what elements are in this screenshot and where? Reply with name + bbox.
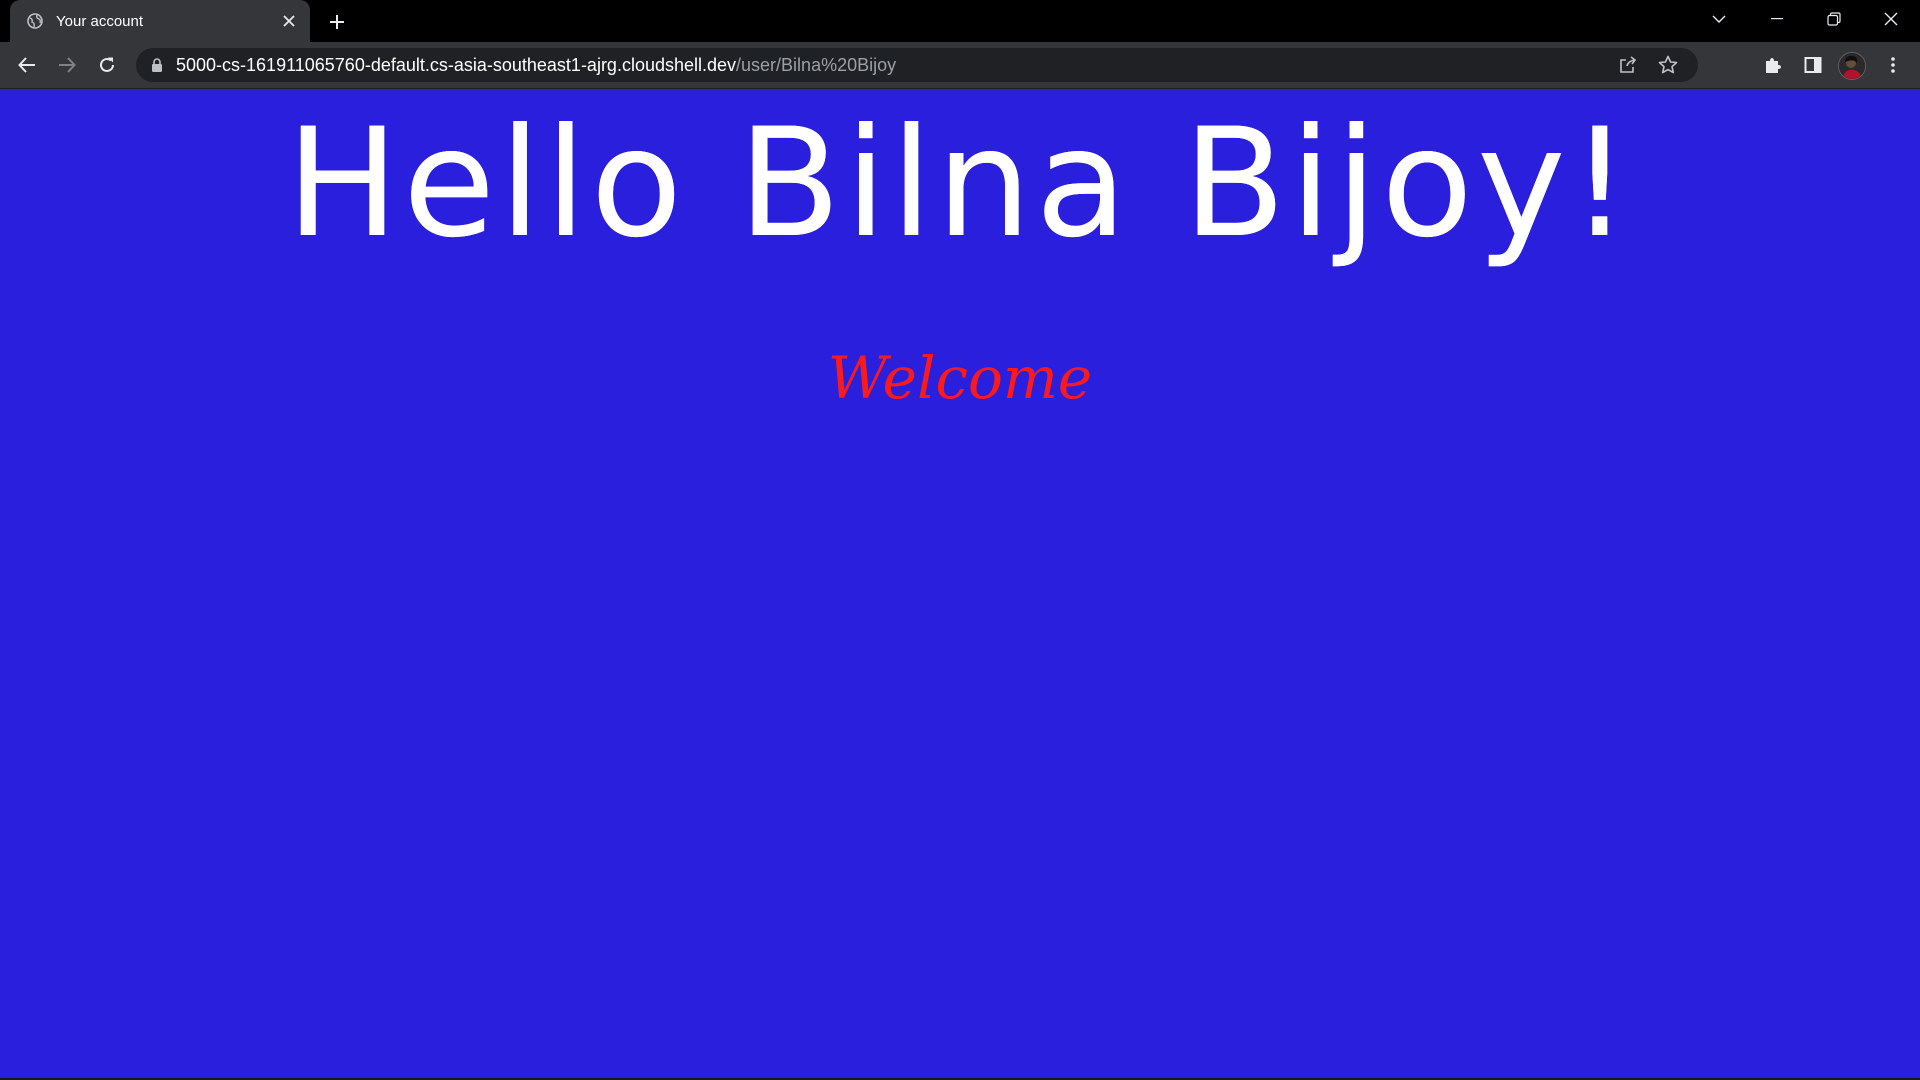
new-tab-button[interactable] (322, 8, 352, 36)
page-content: Hello Bilna Bijoy! Welcome (0, 89, 1920, 1080)
close-tab-icon[interactable] (276, 8, 302, 34)
forward-arrow-icon[interactable] (51, 49, 83, 81)
side-panel-icon[interactable] (1797, 49, 1829, 81)
share-icon[interactable] (1616, 53, 1640, 77)
browser-tab[interactable]: Your account (10, 0, 310, 42)
greeting-heading: Hello Bilna Bijoy! (286, 97, 1634, 271)
close-window-icon[interactable] (1866, 0, 1916, 38)
browser-toolbar: 5000-cs-161911065760-default.cs-asia-sou… (0, 42, 1920, 89)
restore-icon[interactable] (1809, 0, 1859, 38)
profile-avatar[interactable] (1838, 52, 1866, 80)
tab-strip: Your account (0, 0, 1920, 42)
url-host: 5000-cs-161911065760-default.cs-asia-sou… (176, 54, 737, 75)
back-arrow-icon[interactable] (11, 49, 43, 81)
globe-icon (26, 12, 44, 30)
minimize-icon[interactable] (1752, 0, 1802, 38)
extensions-puzzle-icon[interactable] (1757, 49, 1789, 81)
address-bar[interactable]: 5000-cs-161911065760-default.cs-asia-sou… (136, 48, 1698, 82)
kebab-menu-icon[interactable] (1877, 49, 1909, 81)
bookmark-star-icon[interactable] (1656, 53, 1680, 77)
tab-title: Your account (56, 12, 144, 30)
tab-search-icon[interactable] (1694, 0, 1744, 38)
url-path: /user/Bilna%20Bijoy (736, 54, 897, 75)
lock-icon[interactable] (150, 57, 164, 73)
url-text: 5000-cs-161911065760-default.cs-asia-sou… (176, 55, 896, 76)
welcome-text: Welcome (827, 344, 1093, 412)
reload-icon[interactable] (91, 49, 123, 81)
